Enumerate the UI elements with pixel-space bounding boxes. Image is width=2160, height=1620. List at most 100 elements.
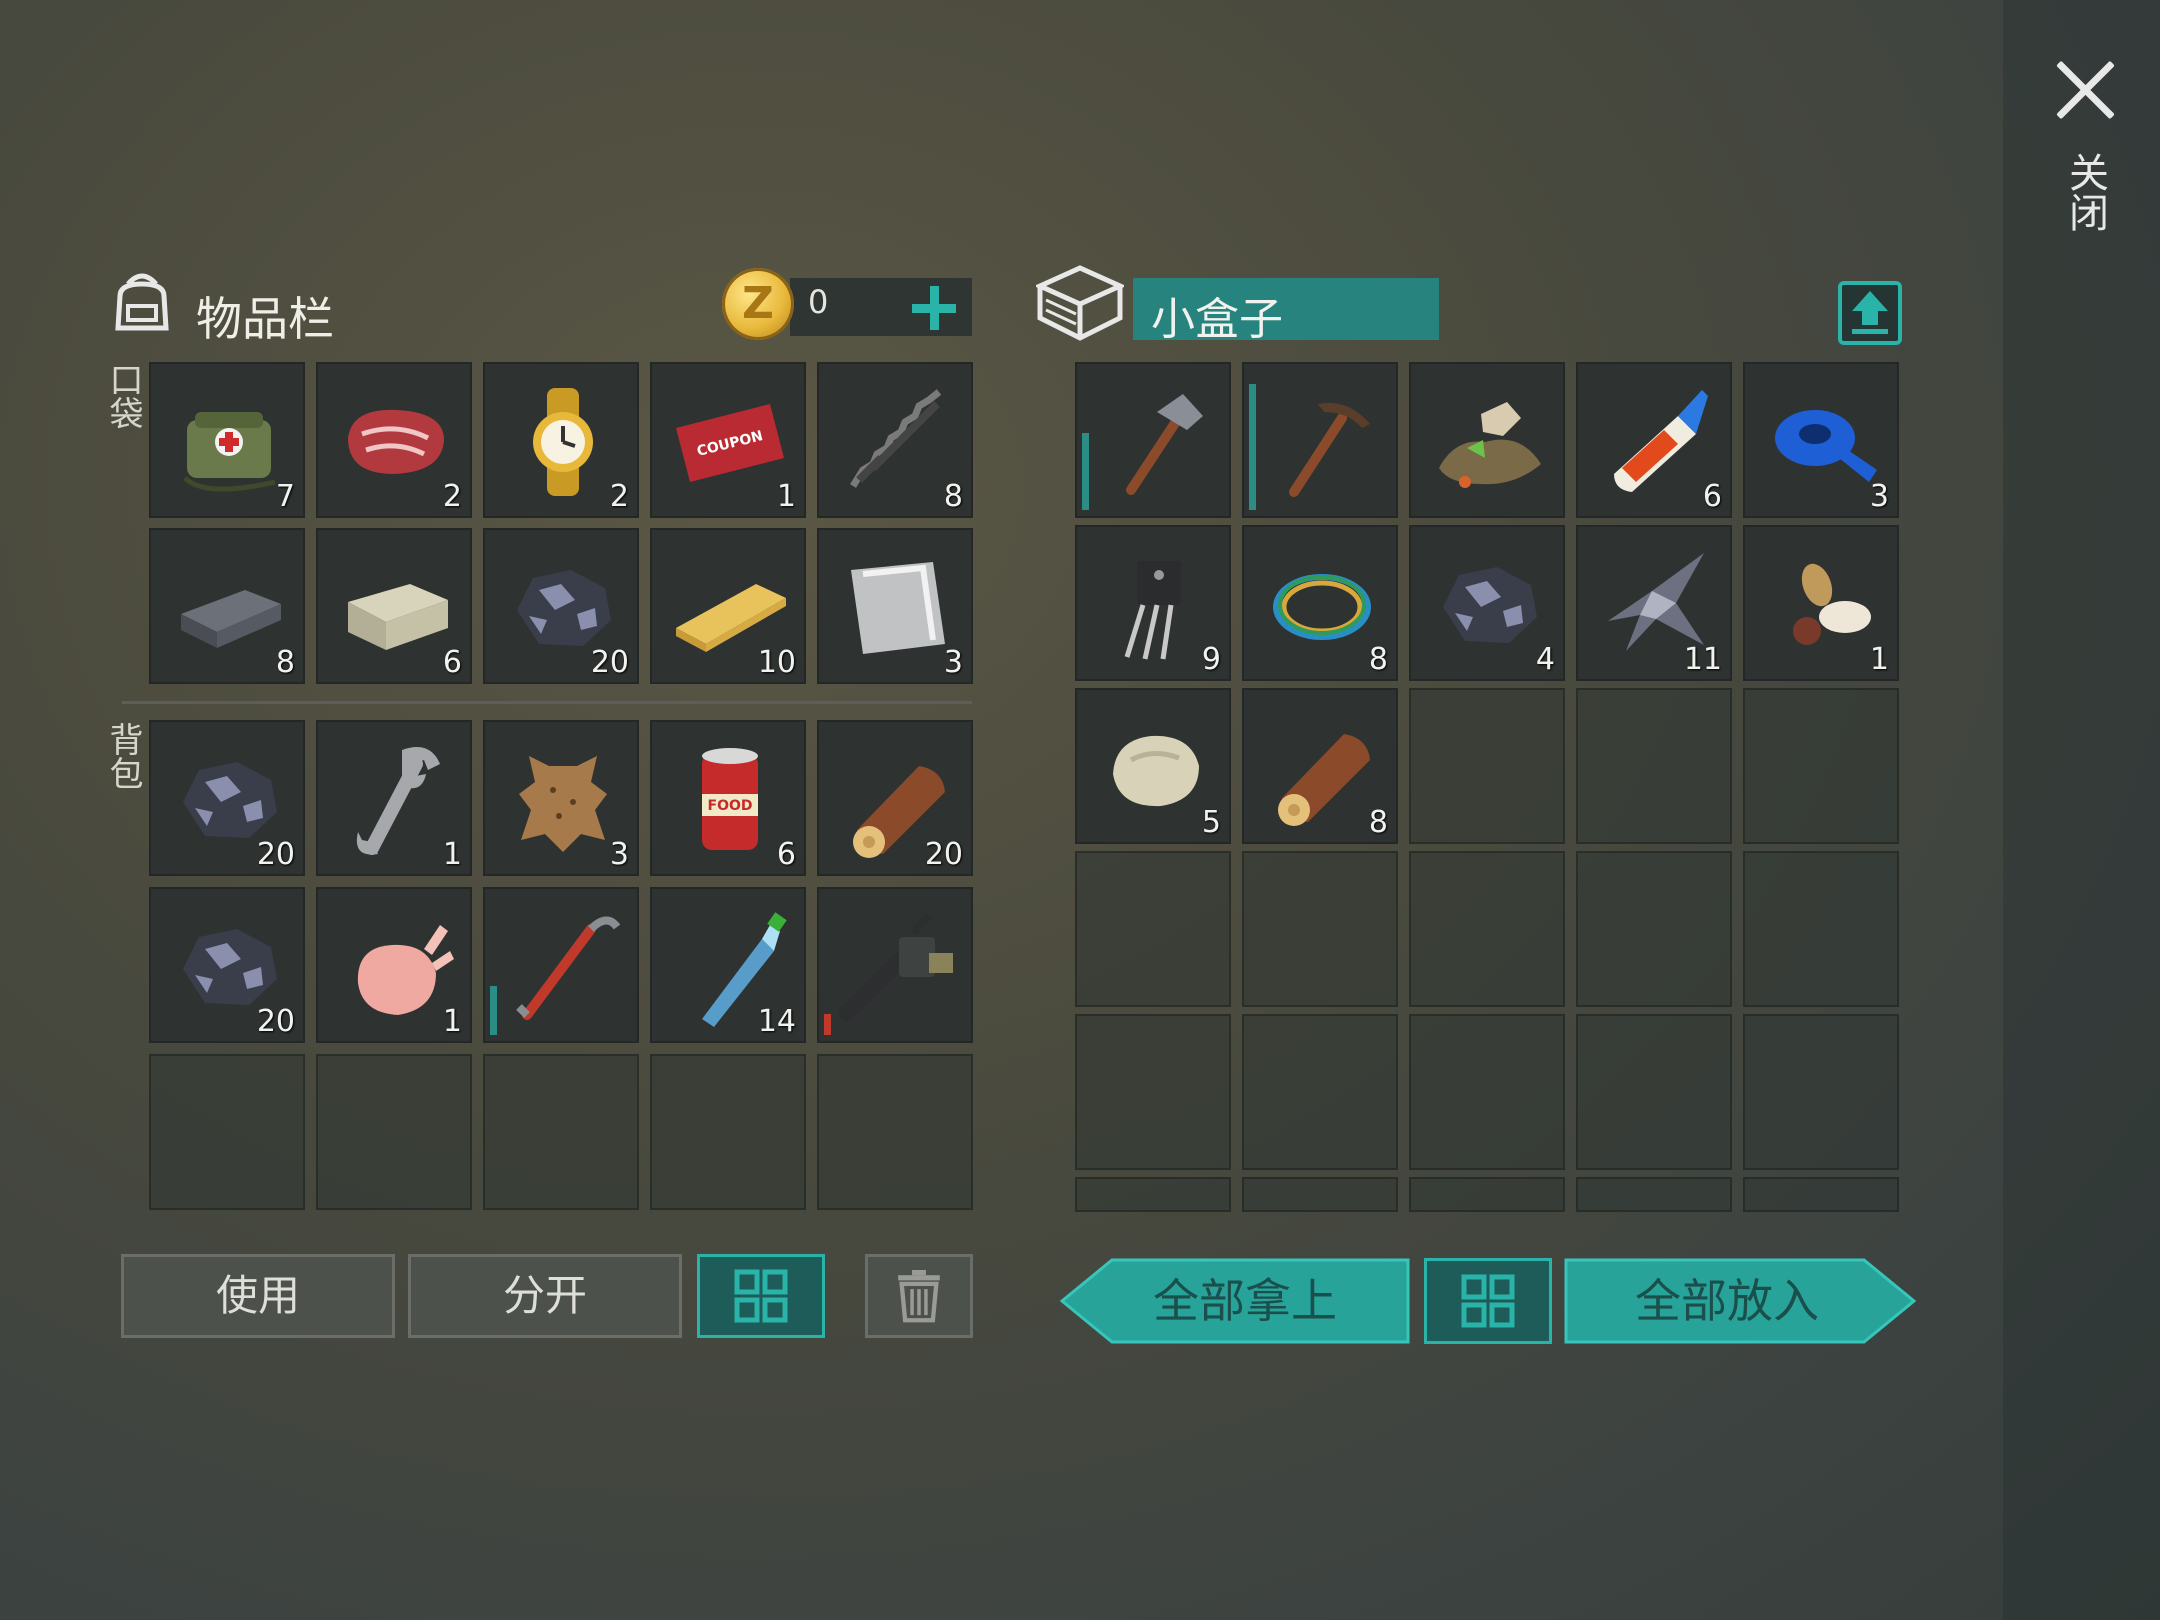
- add-coins-button[interactable]: [906, 280, 962, 336]
- section-divider: [122, 701, 972, 704]
- empty-slot[interactable]: [1075, 851, 1231, 1007]
- item-quantity: 1: [776, 479, 796, 514]
- empty-slot[interactable]: [817, 1054, 973, 1210]
- backpack-slot[interactable]: [817, 887, 973, 1043]
- item-quantity: 1: [1869, 642, 1889, 677]
- item-quantity: 2: [609, 479, 629, 514]
- pocket-slot[interactable]: 20: [483, 528, 639, 684]
- item-quantity: 20: [256, 1004, 295, 1039]
- canned-food-icon: FOOD: [702, 748, 758, 850]
- wire-icon: [1273, 574, 1371, 640]
- empty-slot[interactable]: [1576, 1177, 1732, 1212]
- container-slot[interactable]: [1242, 362, 1398, 518]
- empty-slot[interactable]: [149, 1054, 305, 1210]
- empty-slot[interactable]: [1242, 1014, 1398, 1170]
- item-quantity: 2: [442, 479, 462, 514]
- empty-slot[interactable]: [650, 1054, 806, 1210]
- split-label: 分开: [502, 1271, 587, 1320]
- empty-slot[interactable]: [1576, 1014, 1732, 1170]
- item-quantity: 3: [609, 837, 629, 872]
- close-button[interactable]: [2052, 56, 2120, 124]
- take-all-button[interactable]: 全部拿上: [1060, 1258, 1410, 1344]
- box-icon: [1036, 265, 1124, 341]
- empty-slot[interactable]: [1242, 1177, 1398, 1212]
- backpack-slot[interactable]: FOOD 6: [650, 720, 806, 876]
- pocket-slot[interactable]: COUPON 1: [650, 362, 806, 518]
- use-button[interactable]: 使用: [121, 1254, 395, 1338]
- container-slot[interactable]: [1075, 362, 1231, 518]
- item-quantity: 1: [442, 837, 462, 872]
- empty-slot[interactable]: [1743, 1177, 1899, 1212]
- super-glue-icon: [1614, 390, 1708, 492]
- pocket-slot[interactable]: 8: [149, 528, 305, 684]
- empty-slot[interactable]: [1075, 1177, 1231, 1212]
- item-quantity: 5: [1201, 805, 1221, 840]
- container-slot[interactable]: 3: [1743, 362, 1899, 518]
- backpack-slot[interactable]: 20: [817, 720, 973, 876]
- empty-slot[interactable]: [1409, 1014, 1565, 1170]
- svg-text:FOOD: FOOD: [708, 798, 753, 814]
- pocket-slot[interactable]: 6: [316, 528, 472, 684]
- item-quantity: 3: [943, 645, 963, 680]
- inventory-title: 物品栏: [196, 292, 334, 346]
- container-slot[interactable]: 1: [1743, 525, 1899, 681]
- backpack-label: 背包: [103, 722, 143, 790]
- empty-slot[interactable]: [1409, 1177, 1565, 1212]
- backpack-slot[interactable]: 3: [483, 720, 639, 876]
- empty-slot[interactable]: [1576, 688, 1732, 844]
- item-quantity: 8: [1368, 642, 1388, 677]
- empty-slot[interactable]: [1075, 1014, 1231, 1170]
- split-button[interactable]: 分开: [408, 1254, 682, 1338]
- durability-bar: [824, 1014, 831, 1035]
- backpack-slot[interactable]: 20: [149, 887, 305, 1043]
- upload-button[interactable]: [1838, 281, 1902, 345]
- delete-button[interactable]: [865, 1254, 973, 1338]
- pocket-slot[interactable]: 10: [650, 528, 806, 684]
- sort-inventory-button[interactable]: [697, 1254, 825, 1338]
- backpack-slot[interactable]: 14: [650, 887, 806, 1043]
- empty-slot[interactable]: [1242, 851, 1398, 1007]
- pocket-slot[interactable]: 2: [483, 362, 639, 518]
- trash-icon: [898, 1270, 940, 1323]
- pocket-slot[interactable]: 8: [817, 362, 973, 518]
- pickaxe-icon: [1289, 402, 1370, 497]
- empty-slot[interactable]: [316, 1054, 472, 1210]
- container-slot[interactable]: 8: [1242, 525, 1398, 681]
- grid-icon: [1461, 1274, 1515, 1328]
- durability-bar: [1249, 384, 1256, 510]
- put-all-button[interactable]: 全部放入: [1564, 1258, 1916, 1344]
- pocket-slot[interactable]: 7: [149, 362, 305, 518]
- empty-slot[interactable]: [1576, 851, 1732, 1007]
- minigun-icon: [839, 912, 953, 1021]
- item-quantity: 1: [442, 1004, 462, 1039]
- empty-slot[interactable]: [1743, 1014, 1899, 1170]
- container-slot[interactable]: 11: [1576, 525, 1732, 681]
- backpack-slot[interactable]: 1: [316, 887, 472, 1043]
- hammer-icon: [1126, 394, 1203, 495]
- empty-slot[interactable]: [1409, 688, 1565, 844]
- empty-slot[interactable]: [1409, 851, 1565, 1007]
- pocket-slot[interactable]: 3: [817, 528, 973, 684]
- backpack-slot[interactable]: 20: [149, 720, 305, 876]
- container-slot[interactable]: 4: [1409, 525, 1565, 681]
- sort-container-button[interactable]: [1424, 1258, 1552, 1344]
- take-all-label: 全部拿上: [1153, 1274, 1337, 1328]
- grid-icon: [734, 1269, 788, 1323]
- upload-icon: [1852, 291, 1888, 334]
- empty-slot[interactable]: [1743, 688, 1899, 844]
- container-slot[interactable]: 5: [1075, 688, 1231, 844]
- container-slot[interactable]: 8: [1242, 688, 1398, 844]
- container-slot[interactable]: 9: [1075, 525, 1231, 681]
- item-quantity: 3: [1869, 479, 1889, 514]
- item-quantity: 10: [757, 645, 796, 680]
- container-slot[interactable]: 6: [1576, 362, 1732, 518]
- gold-watch-icon: [533, 388, 593, 496]
- pocket-slot[interactable]: 2: [316, 362, 472, 518]
- container-slot[interactable]: [1409, 362, 1565, 518]
- backpack-slot[interactable]: [483, 887, 639, 1043]
- backpack-slot[interactable]: 1: [316, 720, 472, 876]
- empty-slot[interactable]: [1743, 851, 1899, 1007]
- item-quantity: 8: [943, 479, 963, 514]
- raw-meat-icon: [348, 409, 444, 474]
- empty-slot[interactable]: [483, 1054, 639, 1210]
